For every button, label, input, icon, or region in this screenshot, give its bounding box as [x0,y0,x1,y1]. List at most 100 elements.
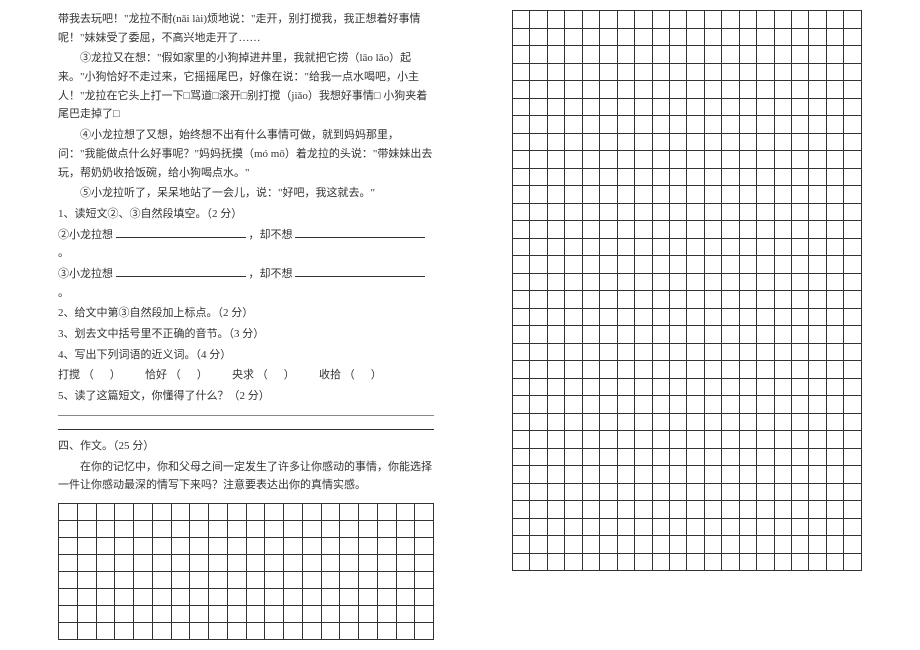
grid-cell[interactable] [739,133,756,151]
grid-cell[interactable] [809,431,826,449]
grid-cell[interactable] [582,553,599,571]
grid-cell[interactable] [565,186,582,204]
grid-cell[interactable] [757,256,774,274]
grid-cell[interactable] [600,343,617,361]
grid-cell[interactable] [704,273,721,291]
grid-cell[interactable] [669,501,686,519]
grid-cell[interactable] [547,151,564,169]
grid-cell[interactable] [617,168,634,186]
grid-cell[interactable] [396,589,415,606]
grid-cell[interactable] [530,291,547,309]
grid-cell[interactable] [652,431,669,449]
grid-cell[interactable] [321,589,340,606]
grid-cell[interactable] [513,11,530,29]
grid-cell[interactable] [826,98,843,116]
grid-cell[interactable] [565,116,582,134]
grid-cell[interactable] [227,521,246,538]
grid-cell[interactable] [774,221,791,239]
grid-cell[interactable] [565,431,582,449]
grid-cell[interactable] [246,555,265,572]
grid-cell[interactable] [547,536,564,554]
grid-cell[interactable] [530,28,547,46]
grid-cell[interactable] [565,518,582,536]
grid-cell[interactable] [152,504,171,521]
grid-cell[interactable] [513,256,530,274]
grid-cell[interactable] [582,28,599,46]
grid-cell[interactable] [340,623,359,640]
grid-cell[interactable] [774,238,791,256]
grid-cell[interactable] [617,361,634,379]
grid-cell[interactable] [635,536,652,554]
grid-cell[interactable] [600,553,617,571]
grid-cell[interactable] [321,606,340,623]
grid-cell[interactable] [722,11,739,29]
grid-cell[interactable] [774,431,791,449]
grid-cell[interactable] [652,116,669,134]
grid-cell[interactable] [635,98,652,116]
grid-cell[interactable] [209,623,228,640]
grid-cell[interactable] [826,291,843,309]
grid-cell[interactable] [722,98,739,116]
grid-cell[interactable] [774,186,791,204]
grid-cell[interactable] [809,133,826,151]
grid-cell[interactable] [757,536,774,554]
grid-cell[interactable] [600,168,617,186]
grid-cell[interactable] [530,431,547,449]
grid-cell[interactable] [600,483,617,501]
grid-cell[interactable] [513,221,530,239]
grid-cell[interactable] [152,606,171,623]
grid-cell[interactable] [844,501,862,519]
grid-cell[interactable] [600,361,617,379]
grid-cell[interactable] [739,28,756,46]
grid-cell[interactable] [134,606,153,623]
grid-cell[interactable] [600,518,617,536]
grid-cell[interactable] [826,168,843,186]
grid-cell[interactable] [600,291,617,309]
grid-cell[interactable] [844,238,862,256]
grid-cell[interactable] [809,448,826,466]
grid-cell[interactable] [513,431,530,449]
grid-cell[interactable] [565,238,582,256]
answer-line[interactable] [58,414,434,416]
grid-cell[interactable] [669,168,686,186]
grid-cell[interactable] [687,256,704,274]
grid-cell[interactable] [844,378,862,396]
grid-cell[interactable] [377,572,396,589]
grid-cell[interactable] [669,63,686,81]
grid-cell[interactable] [340,606,359,623]
grid-cell[interactable] [635,133,652,151]
grid-cell[interactable] [284,538,303,555]
grid-cell[interactable] [565,11,582,29]
grid-cell[interactable] [547,553,564,571]
grid-cell[interactable] [582,273,599,291]
grid-cell[interactable] [757,151,774,169]
grid-cell[interactable] [704,343,721,361]
grid-cell[interactable] [547,98,564,116]
grid-cell[interactable] [826,553,843,571]
grid-cell[interactable] [669,116,686,134]
grid-cell[interactable] [115,538,134,555]
grid-cell[interactable] [844,448,862,466]
grid-cell[interactable] [669,413,686,431]
grid-cell[interactable] [757,413,774,431]
grid-cell[interactable] [617,221,634,239]
grid-cell[interactable] [792,466,809,484]
grid-cell[interactable] [617,343,634,361]
grid-cell[interactable] [757,81,774,99]
grid-cell[interactable] [687,483,704,501]
grid-cell[interactable] [844,151,862,169]
grid-cell[interactable] [704,81,721,99]
grid-cell[interactable] [227,572,246,589]
grid-cell[interactable] [704,291,721,309]
grid-cell[interactable] [513,28,530,46]
grid-cell[interactable] [302,589,321,606]
grid-cell[interactable] [359,538,378,555]
grid-cell[interactable] [530,536,547,554]
grid-cell[interactable] [792,256,809,274]
grid-cell[interactable] [171,606,190,623]
grid-cell[interactable] [704,203,721,221]
grid-cell[interactable] [265,555,284,572]
grid-cell[interactable] [652,308,669,326]
grid-cell[interactable] [284,521,303,538]
grid-cell[interactable] [826,448,843,466]
